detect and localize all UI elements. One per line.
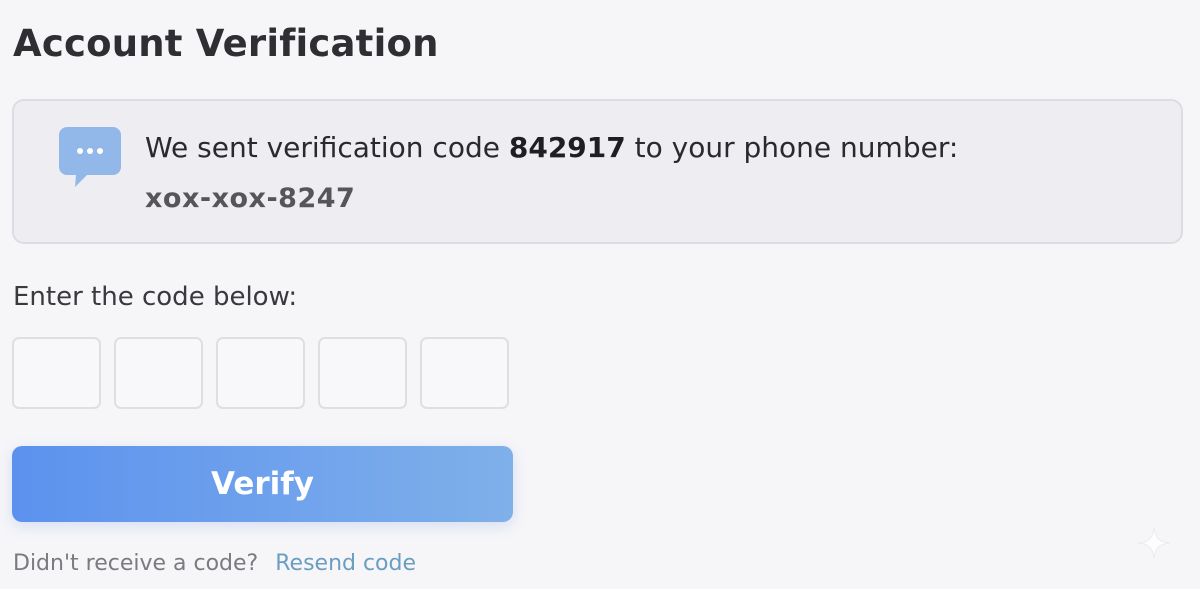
page-title: Account Verification	[13, 22, 439, 65]
resend-code-link[interactable]: Resend code	[275, 551, 416, 576]
verification-code: 842917	[508, 131, 626, 164]
code-digit-4[interactable]	[318, 337, 407, 409]
message-prefix: We sent verification code	[145, 131, 509, 164]
message-suffix: to your phone number:	[625, 131, 959, 164]
code-prompt-label: Enter the code below:	[13, 282, 298, 312]
phone-number: xox-xox-8247	[145, 183, 356, 214]
verification-message: We sent verification code 842917 to your…	[145, 131, 958, 164]
code-digit-2[interactable]	[114, 337, 203, 409]
code-input-group	[12, 337, 509, 409]
code-digit-1[interactable]	[12, 337, 101, 409]
sparkle-icon	[1137, 526, 1171, 560]
code-digit-5[interactable]	[420, 337, 509, 409]
chat-bubble-icon	[59, 127, 121, 187]
resend-row: Didn't receive a code? Resend code	[13, 551, 416, 576]
resend-question: Didn't receive a code?	[13, 551, 259, 576]
verify-button[interactable]: Verify	[12, 446, 513, 522]
code-digit-3[interactable]	[216, 337, 305, 409]
verification-info-box: We sent verification code 842917 to your…	[12, 99, 1183, 244]
